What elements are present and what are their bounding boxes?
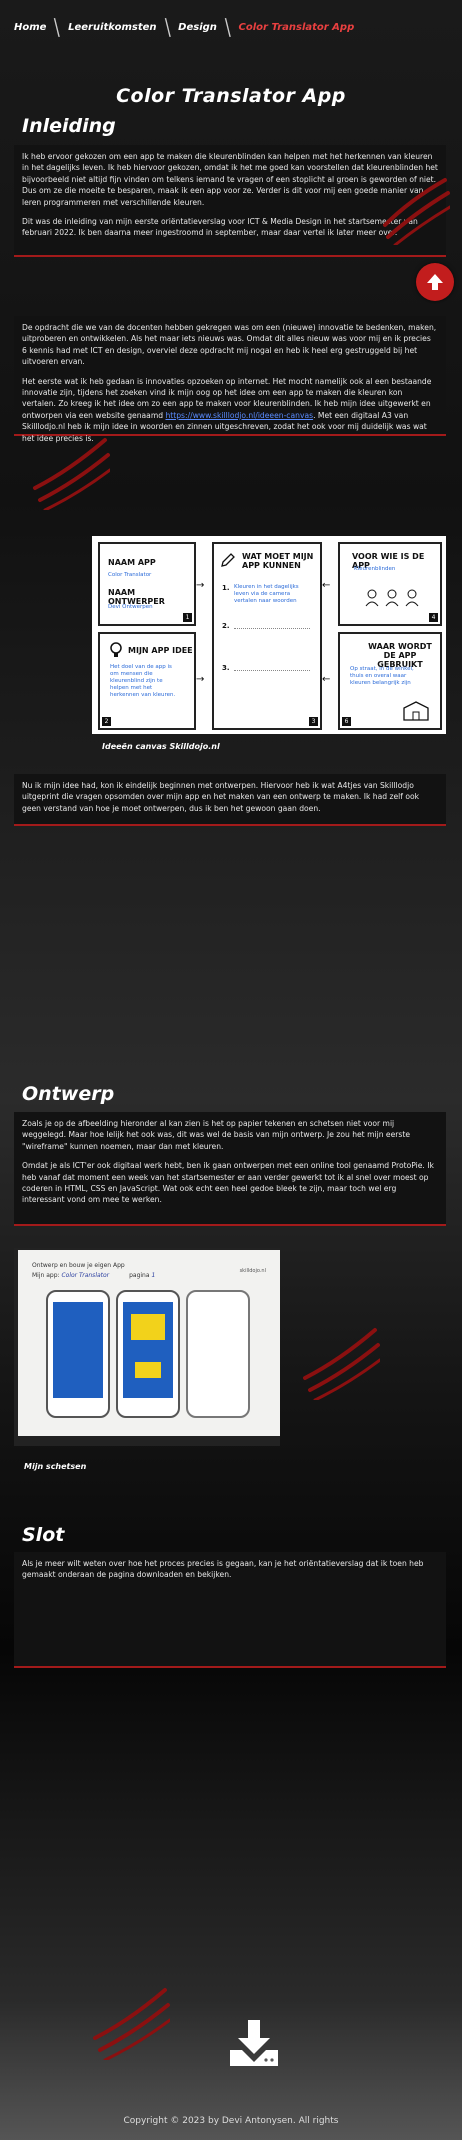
sketch-app-value: Color Translator [61,1272,110,1279]
download-report-button[interactable] [226,2018,282,2074]
canvas-card-number: 2 [102,717,111,726]
nav-design-link[interactable]: Design [178,22,217,33]
sketch-page-value: 1 [151,1272,156,1279]
nav-leeruitkomsten-link[interactable]: Leeruitkomsten [68,22,156,33]
phone-sketch-yellow-block [135,1362,161,1378]
arrow-left-icon: ← [322,674,331,685]
ideas-canvas-image: NAAM APP Color Translator NAAM ONTWERPER… [92,536,446,734]
claw-mark-decoration [33,438,110,510]
canvas-card-number: 4 [429,613,438,622]
design-paragraph: Zoals je op de afbeelding hieronder al k… [22,1119,410,1151]
canvas-card-value: Kleurenblinden [354,566,396,572]
canvas-caption: Ideeën canvas Skilldojo.nl [102,742,220,751]
phone-sketch-screen-blue [123,1302,173,1398]
phone-sketch-1 [46,1290,110,1418]
list-number: 1. [222,584,230,592]
arrow-right-icon: → [196,580,205,591]
scroll-to-top-button[interactable] [416,263,454,301]
canvas-card-value: Devi Ontwerpen [108,604,153,610]
breadcrumb-nav: Home ╲ Leeruitkomsten ╲ Design ╲ Color T… [14,17,355,37]
list-number: 2. [222,622,230,630]
nav-separator: ╲ [159,17,175,37]
people-icon [365,589,419,607]
canvas-card-value: Het doel van de app is om mensen die kle… [110,664,176,698]
after-canvas-text-box: Nu ik mijn idee had, kon ik eindelijk be… [14,774,446,826]
claw-mark-decoration [303,1328,380,1400]
phone-sketch-screen-blue [53,1302,103,1398]
process-paragraph: De opdracht die we van de docenten hebbe… [22,323,437,367]
nav-separator: ╲ [49,17,65,37]
arrow-up-icon [427,274,443,290]
intro-paragraph: Ik heb ervoor gekozen om een app te make… [22,152,438,207]
after-canvas-paragraph: Nu ik mijn idee had, kon ik eindelijk be… [22,781,420,813]
phone-sketch-3 [186,1290,250,1418]
canvas-card-value: Color Translator [108,572,152,578]
canvas-card-audience: VOOR WIE IS DE APP Kleurenblinden 4 [338,542,442,626]
canvas-card-value: Op straat, in de winkel, thuis en overal… [350,666,414,686]
download-icon [230,2020,278,2066]
canvas-card-title: NAAM APP [108,558,156,567]
building-icon [403,701,429,721]
canvas-card-location: WAAR WORDT DE APP GEBRUIKT Op straat, in… [338,632,442,730]
canvas-card-title: MIJN APP IDEE [128,646,193,655]
canvas-card-idea: MIJN APP IDEE Het doel van de app is om … [98,632,196,730]
footer-copyright: Copyright © 2023 by Devi Antonysen. All … [123,2116,339,2126]
pencil-icon [221,553,235,567]
canvas-card-title: WAT MOET MIJN APP KUNNEN [242,552,314,570]
page-title: Color Translator App [116,85,346,107]
design-text-box: Zoals je op de afbeelding hieronder al k… [14,1112,446,1226]
arrow-right-icon: → [196,674,205,685]
sketch-paper: Ontwerp en bouw je eigen App Mijn app: C… [18,1250,280,1436]
sketch-sheet-title: Ontwerp en bouw je eigen App [32,1262,125,1269]
canvas-card-value: Kleuren in het dagelijks leven via de ca… [234,584,299,604]
conclusion-text-box: Als je meer wilt weten over hoe het proc… [14,1552,446,1668]
canvas-card-number: 3 [309,717,318,726]
phone-sketch-yellow-block [131,1314,165,1340]
process-text-box: De opdracht die we van de docenten hebbe… [14,316,446,443]
blank-line [234,628,310,629]
conclusion-paragraph: Als je meer wilt weten over hoe het proc… [22,1559,424,1580]
canvas-card-features: WAT MOET MIJN APP KUNNEN 1. Kleuren in h… [212,542,322,730]
list-number: 3. [222,664,230,672]
phone-sketch-2 [116,1290,180,1418]
nav-separator: ╲ [220,17,236,37]
skilldojo-logo: skilldojo.nl [239,1268,266,1274]
skilldojo-link[interactable]: https://www.skilllodjo.nl/ideeen-canvas [165,411,313,420]
sketch-app-label: Mijn app: [32,1272,60,1279]
arrow-left-icon: ← [322,580,331,591]
canvas-card-name: NAAM APP Color Translator NAAM ONTWERPER… [98,542,196,626]
conclusion-heading: Slot [22,1524,65,1546]
sketch-photo: Ontwerp en bouw je eigen App Mijn app: C… [14,1248,280,1446]
sketch-page-label: pagina [129,1272,150,1279]
canvas-card-number: 6 [342,717,351,726]
canvas-card-title: WAAR WORDT DE APP GEBRUIKT [368,642,432,669]
claw-mark-decoration [93,1988,170,2060]
intro-paragraph: Dit was de inleiding van mijn eerste ori… [22,217,418,238]
nav-home-link[interactable]: Home [14,22,46,33]
canvas-card-number: 1 [183,613,192,622]
lightbulb-icon [110,642,122,657]
sketch-app-line: Mijn app: Color Translator pagina 1 [32,1272,155,1279]
nav-current-page-link[interactable]: Color Translator App [239,22,355,33]
claw-mark-decoration [383,178,450,245]
design-paragraph: Omdat je als ICT'er ook digitaal werk he… [22,1161,434,1205]
blank-line [234,670,310,671]
sketch-caption: Mijn schetsen [24,1462,87,1471]
design-heading: Ontwerp [22,1083,115,1105]
intro-heading: Inleiding [22,115,116,137]
